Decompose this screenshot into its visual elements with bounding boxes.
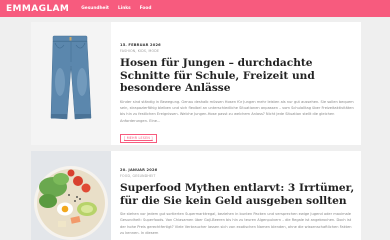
main-nav: Gesundheit Links Food [81,6,151,11]
post-date: 15. FEBRUAR 2026 [120,43,161,47]
post-title[interactable]: Superfood Mythen entlarvt: 3 Irrtümer, f… [120,182,355,207]
post-content: 20. JANUAR 2026 FOOD, GESUNDHEIT Superfo… [120,168,355,237]
read-more-button[interactable]: [ MEHR LESEN ] [120,133,157,143]
site-logo[interactable]: EMMAGLAM [6,4,69,14]
nav-item-food[interactable]: Food [140,6,152,11]
post-thumbnail-superfood-bowl[interactable] [31,151,111,240]
post-card: 20. JANUAR 2026 FOOD, GESUNDHEIT Superfo… [31,151,361,240]
post-title[interactable]: Hosen für Jungen – durchdachte Schnitte … [120,57,355,95]
post-card: 15. FEBRUAR 2026 FASHION, KIDS, MODE Hos… [31,22,361,145]
post-excerpt: Kinder sind ständig in Bewegung. Genau d… [120,99,354,123]
nav-item-gesundheit[interactable]: Gesundheit [81,6,109,11]
post-excerpt: Sie stehen vor jedem gut sortierten Supe… [120,212,352,236]
post-tags[interactable]: FOOD, GESUNDHEIT [120,174,355,178]
post-tags[interactable]: FASHION, KIDS, MODE [120,49,355,53]
site-header: EMMAGLAM Gesundheit Links Food [0,0,390,17]
post-content: 15. FEBRUAR 2026 FASHION, KIDS, MODE Hos… [120,43,355,143]
post-thumbnail-jeans[interactable] [31,22,111,145]
nav-item-links[interactable]: Links [118,6,131,11]
post-date: 20. JANUAR 2026 [120,168,158,172]
